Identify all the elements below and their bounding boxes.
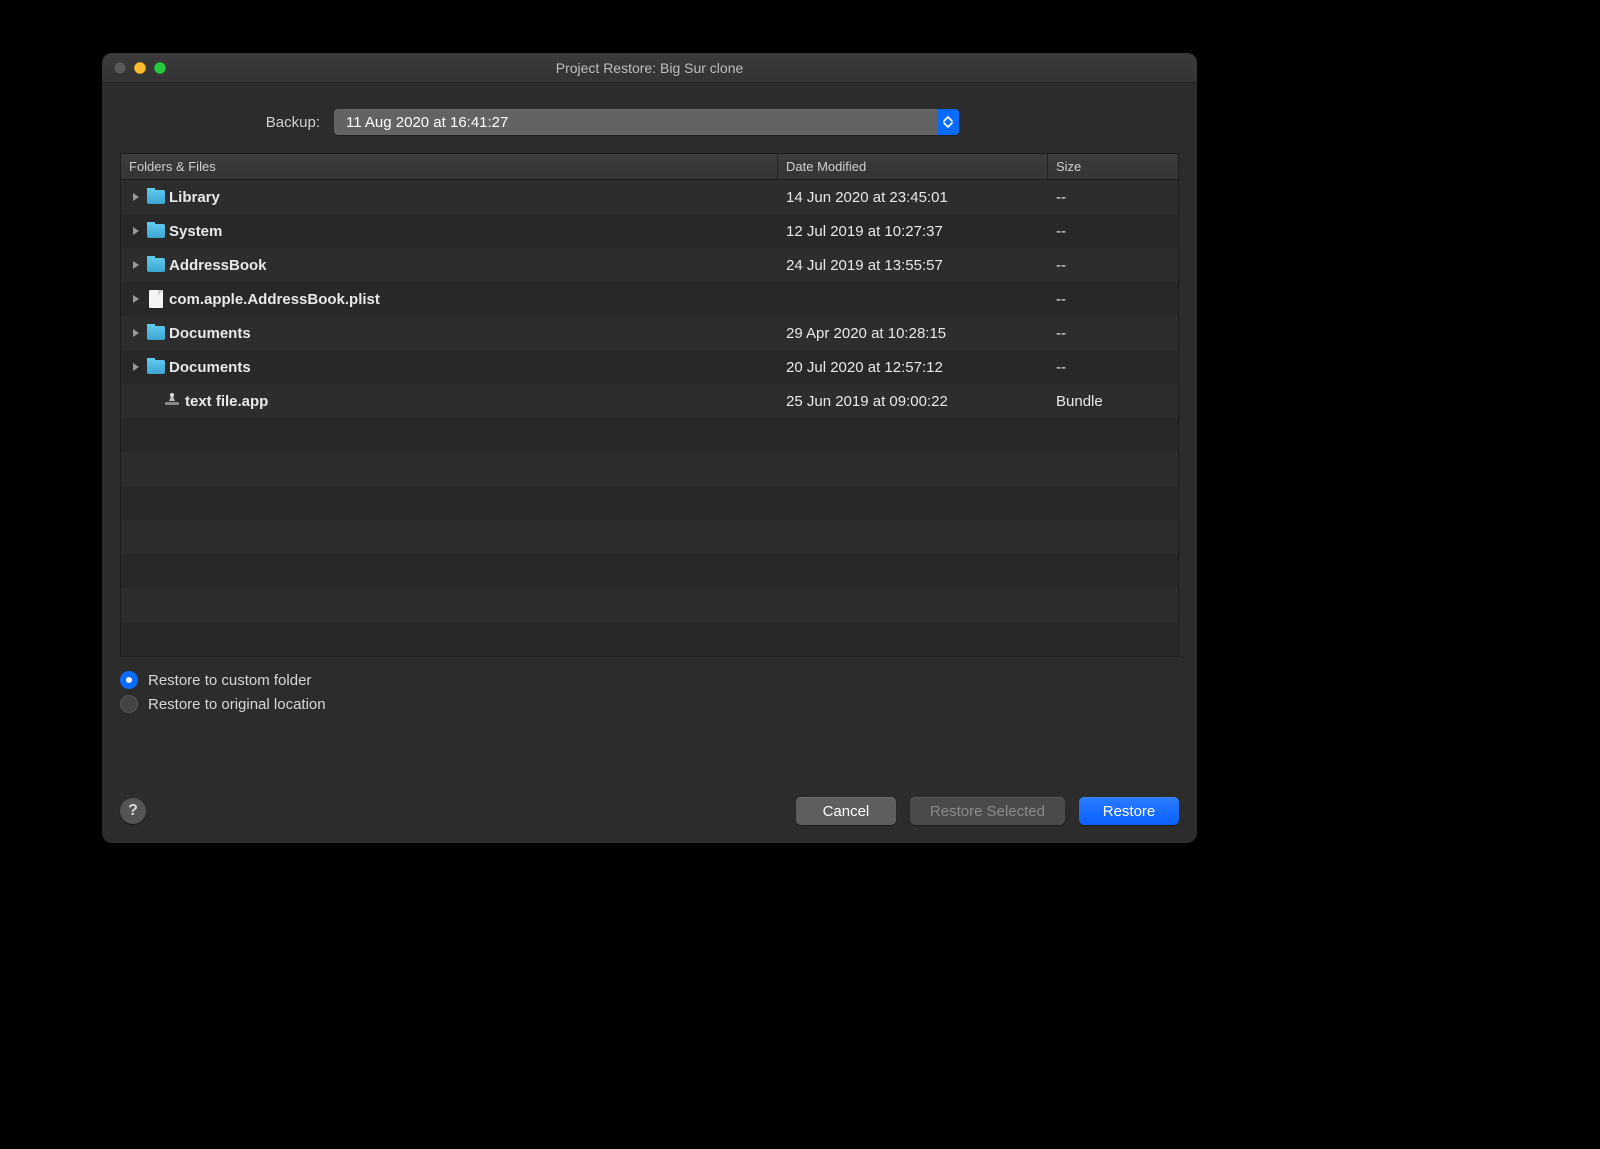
table-row[interactable]: text file.app 25 Jun 2019 at 09:00:22Bund…	[121, 384, 1178, 418]
restore-options: Restore to custom folder Restore to orig…	[120, 671, 1179, 713]
cell-name[interactable]: System	[121, 222, 778, 240]
folder-icon	[147, 324, 165, 342]
folder-icon	[147, 256, 165, 274]
cell-date: 24 Jul 2019 at 13:55:57	[778, 257, 1048, 274]
backup-dropdown-value: 11 Aug 2020 at 16:41:27	[346, 114, 508, 131]
table-row	[121, 622, 1178, 656]
radio-original-location[interactable]: Restore to original location	[120, 695, 1179, 713]
file-icon	[147, 290, 165, 308]
cell-date: 12 Jul 2019 at 10:27:37	[778, 223, 1048, 240]
row-name-label: Documents	[169, 359, 251, 376]
radio-label: Restore to custom folder	[148, 672, 311, 689]
cell-size: --	[1048, 291, 1178, 308]
row-name-label: text file.app	[185, 393, 268, 410]
disclosure-triangle-icon[interactable]	[129, 360, 143, 374]
cell-name[interactable]: AddressBook	[121, 256, 778, 274]
cell-name[interactable]: com.apple.AddressBook.plist	[121, 290, 778, 308]
table-row	[121, 520, 1178, 554]
row-name-label: AddressBook	[169, 257, 267, 274]
cell-name[interactable]: Documents	[121, 324, 778, 342]
backup-selector-row: Backup: 11 Aug 2020 at 16:41:27	[120, 109, 1179, 135]
row-name-label: com.apple.AddressBook.plist	[169, 291, 380, 308]
file-table: Folders & Files Date Modified Size Libra…	[120, 153, 1179, 657]
zoom-icon[interactable]	[154, 62, 166, 74]
table-row	[121, 418, 1178, 452]
cell-date: 25 Jun 2019 at 09:00:22	[778, 393, 1048, 410]
cell-name[interactable]: Library	[121, 188, 778, 206]
disclosure-triangle-icon[interactable]	[129, 326, 143, 340]
table-header: Folders & Files Date Modified Size	[121, 154, 1178, 180]
col-date[interactable]: Date Modified	[778, 154, 1048, 179]
cell-size: --	[1048, 189, 1178, 206]
disclosure-triangle-icon[interactable]	[129, 258, 143, 272]
cell-size: --	[1048, 257, 1178, 274]
disclosure-triangle-icon[interactable]	[129, 224, 143, 238]
table-row[interactable]: Documents 29 Apr 2020 at 10:28:15--	[121, 316, 1178, 350]
row-name-label: Library	[169, 189, 220, 206]
table-row[interactable]: System 12 Jul 2019 at 10:27:37--	[121, 214, 1178, 248]
table-body[interactable]: Library14 Jun 2020 at 23:45:01--System12…	[121, 180, 1178, 656]
table-row	[121, 554, 1178, 588]
radio-icon[interactable]	[120, 695, 138, 713]
col-size[interactable]: Size	[1048, 154, 1178, 179]
folder-icon	[147, 188, 165, 206]
dropdown-stepper-icon[interactable]	[937, 109, 959, 135]
radio-icon[interactable]	[120, 671, 138, 689]
titlebar[interactable]: Project Restore: Big Sur clone	[102, 53, 1197, 83]
radio-custom-folder[interactable]: Restore to custom folder	[120, 671, 1179, 689]
table-row	[121, 486, 1178, 520]
table-row[interactable]: AddressBook 24 Jul 2019 at 13:55:57--	[121, 248, 1178, 282]
restore-selected-button: Restore Selected	[910, 797, 1065, 825]
cell-date: 20 Jul 2020 at 12:57:12	[778, 359, 1048, 376]
cell-date: 29 Apr 2020 at 10:28:15	[778, 325, 1048, 342]
window-title: Project Restore: Big Sur clone	[102, 60, 1197, 76]
folder-icon	[147, 222, 165, 240]
disclosure-triangle-icon[interactable]	[129, 190, 143, 204]
backup-label: Backup:	[130, 114, 320, 131]
backup-dropdown[interactable]: 11 Aug 2020 at 16:41:27	[334, 109, 959, 135]
table-row	[121, 452, 1178, 486]
folder-icon	[147, 358, 165, 376]
window-controls	[102, 62, 166, 74]
restore-window: Project Restore: Big Sur clone Backup: 1…	[102, 53, 1197, 843]
app-icon	[163, 392, 181, 410]
restore-button[interactable]: Restore	[1079, 797, 1179, 825]
table-row[interactable]: Library 14 Jun 2020 at 23:45:01--	[121, 180, 1178, 214]
cancel-button[interactable]: Cancel	[796, 797, 896, 825]
table-row	[121, 588, 1178, 622]
cell-size: --	[1048, 223, 1178, 240]
cell-date: 14 Jun 2020 at 23:45:01	[778, 189, 1048, 206]
row-name-label: System	[169, 223, 222, 240]
cell-size: --	[1048, 325, 1178, 342]
disclosure-triangle-icon[interactable]	[129, 292, 143, 306]
cell-size: Bundle	[1048, 393, 1178, 410]
window-body: Backup: 11 Aug 2020 at 16:41:27 Folders …	[102, 83, 1197, 843]
cell-name[interactable]: Documents	[121, 358, 778, 376]
minimize-icon[interactable]	[134, 62, 146, 74]
close-icon[interactable]	[114, 62, 126, 74]
table-row[interactable]: com.apple.AddressBook.plist --	[121, 282, 1178, 316]
row-name-label: Documents	[169, 325, 251, 342]
help-button[interactable]: ?	[120, 798, 146, 824]
dialog-footer: ? Cancel Restore Selected Restore	[120, 777, 1179, 825]
radio-label: Restore to original location	[148, 696, 326, 713]
table-row[interactable]: Documents 20 Jul 2020 at 12:57:12--	[121, 350, 1178, 384]
cell-size: --	[1048, 359, 1178, 376]
cell-name[interactable]: text file.app	[121, 392, 778, 410]
col-name[interactable]: Folders & Files	[121, 154, 778, 179]
